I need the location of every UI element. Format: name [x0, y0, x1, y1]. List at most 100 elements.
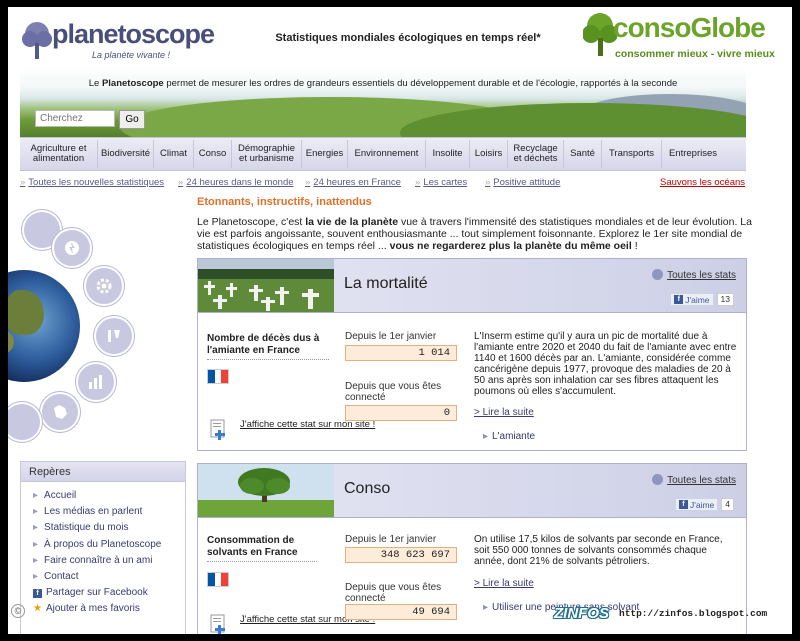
subnav-link-cartes[interactable]: » Les cartes [415, 177, 467, 188]
nav-item-transports[interactable]: Transports [602, 140, 662, 168]
facebook-icon: f [674, 295, 684, 304]
facebook-icon: f [33, 589, 42, 599]
reperes-item-medias[interactable]: ▸ Les médias en parlent [33, 504, 185, 520]
consoglobe-tagline: consommer mieux - vivre mieux [615, 48, 775, 60]
page-title: Statistiques mondiales écologiques en te… [275, 32, 541, 44]
landscape-banner: Le Planetoscope permet de mesurer les or… [20, 67, 746, 137]
read-more-link[interactable]: > Lire la suite [474, 407, 534, 418]
globe-image [8, 270, 80, 382]
intro-text: Le Planetoscope, c'est la vie de la plan… [197, 216, 752, 252]
nav-item-energies[interactable]: Energies [302, 140, 348, 168]
since-january-label: Depuis le 1er janvier [345, 534, 437, 545]
read-more-link[interactable]: > Lire la suite [474, 578, 534, 589]
all-stats-link[interactable]: Toutes les stats [652, 269, 736, 281]
subnav-link-24h-france[interactable]: » 24 heures en France [305, 177, 401, 188]
nav-item-environnement[interactable]: Environnement [348, 140, 426, 168]
theme-circle-bars[interactable] [76, 362, 116, 402]
stat-name: Nombre de décès dus à l'amiante en Franc… [207, 333, 329, 360]
tree-icon [583, 13, 617, 56]
stat-box-header: La mortalité Toutes les stats f J'aime 13 [198, 259, 746, 313]
subnav: » Toutes les nouvelles statistiques » 24 h… [20, 177, 746, 191]
theme-circles [8, 210, 188, 452]
copyright-icon: © [11, 604, 25, 618]
since-connected-counter: 0 [345, 405, 457, 421]
watermark: ZINFOS http://zinfos.blogspot.com [554, 602, 767, 624]
watermark-url: http://zinfos.blogspot.com [619, 607, 768, 619]
consoglobe-logo[interactable]: consoGlobe consommer mieux - vivre mieux [583, 10, 783, 65]
france-flag-icon [207, 369, 229, 384]
add-widget-icon [210, 614, 225, 634]
since-january-counter: 348 623 697 [345, 547, 457, 563]
page: planetoscope La planète vivante ! Statis… [8, 7, 792, 634]
play-icon [652, 474, 664, 485]
nav-item-insolite[interactable]: Insolite [426, 140, 470, 168]
planetoscope-logo-text: planetoscope [52, 19, 215, 49]
main-nav: Agriculture et alimentation Biodiversité… [20, 137, 746, 171]
stat-box-title: Conso [344, 480, 391, 497]
subnav-link-nouvelles[interactable]: » Toutes les nouvelles statistiques [20, 177, 164, 188]
nav-item-biodiversite[interactable]: Biodiversité [98, 140, 154, 168]
tree-icon [22, 22, 52, 59]
nav-item-conso[interactable]: Conso [194, 140, 232, 168]
subnav-link-24h-monde[interactable]: » 24 heures dans le monde [178, 177, 294, 188]
chart-icon [89, 375, 102, 389]
nav-item-loisirs[interactable]: Loisirs [470, 140, 508, 168]
reperes-item-facebook[interactable]: f Partager sur Facebook [33, 585, 185, 601]
facebook-icon: f [678, 500, 688, 509]
reperes-item-contact[interactable]: ▸ Contact [33, 569, 185, 585]
subnav-link-oceans[interactable]: Sauvons les océans [660, 177, 745, 188]
facebook-like-button[interactable]: f J'aime 4 [674, 498, 734, 511]
cemetery-photo [198, 259, 334, 312]
reperes-item-a-propos[interactable]: ▸ À propos du Planetoscope [33, 537, 185, 553]
energy-icon [65, 241, 79, 255]
reperes-title: Repères [21, 462, 185, 482]
watermark-brand: ZINFOS [554, 604, 609, 622]
stat-box-title: La mortalité [344, 275, 428, 292]
nav-item-agriculture[interactable]: Agriculture et alimentation [20, 140, 98, 168]
reperes-item-favoris[interactable]: ★ Ajouter à mes favoris [33, 601, 185, 617]
france-flag-icon [207, 572, 229, 587]
consoglobe-logo-text: consoGlobe [613, 12, 766, 43]
related-link[interactable]: ▸ L'amiante [483, 431, 535, 442]
since-january-label: Depuis le 1er janvier [345, 331, 437, 342]
map-icon [54, 405, 67, 419]
reperes-item-ami[interactable]: ▸ Faire connaître à un ami [33, 553, 185, 569]
tree-image [198, 464, 334, 517]
add-widget-icon [210, 419, 225, 440]
theme-circle-food[interactable] [94, 316, 134, 356]
like-count: 4 [721, 498, 734, 511]
planetoscope-logo[interactable]: planetoscope La planète vivante ! [22, 15, 215, 65]
since-connected-label: Depuis que vous êtes connecté [345, 381, 442, 403]
reperes-sidebar: Repères ▸ Accueil ▸ Les médias en parlent … [20, 461, 186, 634]
all-stats-link[interactable]: Toutes les stats [652, 474, 736, 486]
nav-item-demographie[interactable]: Démographie et urbanisme [232, 140, 302, 168]
play-icon [652, 269, 664, 280]
stat-name: Consommation de solvants en France [207, 535, 317, 562]
theme-circle-map[interactable] [40, 392, 80, 432]
facebook-like-button[interactable]: f J'aime 13 [670, 293, 734, 306]
star-icon: ★ [33, 603, 42, 615]
nav-item-climat[interactable]: Climat [154, 140, 194, 168]
stat-box-mortalite: La mortalité Toutes les stats f J'aime 13… [197, 258, 747, 451]
theme-circle-energy[interactable] [52, 228, 92, 268]
since-connected-counter: 49 694 [345, 604, 457, 620]
banner-text: Le Planetoscope permet de mesurer les or… [88, 78, 678, 89]
intro-title: Etonnants, instructifs, inattendus [197, 196, 372, 208]
since-connected-label: Depuis que vous êtes connecté [345, 582, 442, 604]
search-input[interactable] [35, 110, 115, 127]
search-go-button[interactable]: Go [119, 110, 145, 129]
nav-item-recyclage[interactable]: Recyclage et déchets [508, 140, 564, 168]
gear-icon [96, 278, 112, 294]
nav-item-sante[interactable]: Santé [564, 140, 602, 168]
theme-circle[interactable] [8, 402, 42, 442]
nav-item-entreprises[interactable]: Entreprises [662, 140, 724, 168]
tree-photo [198, 464, 334, 517]
stat-description: On utilise 17,5 kilos de solvants par se… [474, 534, 723, 567]
reperes-item-accueil[interactable]: ▸ Accueil [33, 488, 185, 504]
food-icon [108, 330, 120, 342]
planetoscope-tagline: La planète vivante ! [92, 50, 171, 60]
theme-circle-gear[interactable] [84, 266, 124, 306]
reperes-item-stat-mois[interactable]: ▸ Statistique du mois [33, 520, 185, 536]
subnav-link-positive[interactable]: » Positive attitude [485, 177, 560, 188]
stat-box-header: Conso Toutes les stats f J'aime 4 [198, 464, 746, 518]
